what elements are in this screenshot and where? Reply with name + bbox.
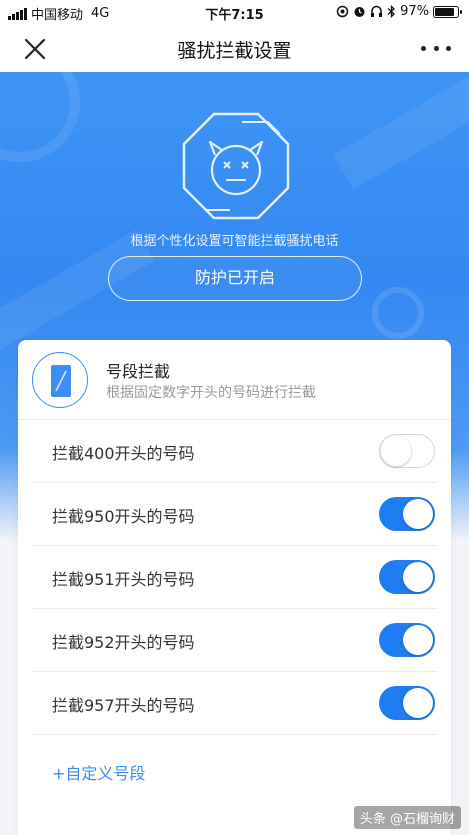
decor-ring	[372, 287, 424, 339]
rule-label: 拦截951开头的号码	[52, 570, 195, 589]
battery-fill	[435, 7, 455, 16]
segment-subtitle: 根据固定数字开头的号码进行拦截	[106, 385, 316, 401]
bluetooth-icon	[387, 5, 396, 18]
segment-block-card: 号段拦截 根据固定数字开头的号码进行拦截 拦截400开头的号码 拦截950开头的…	[18, 340, 451, 835]
segment-header: 号段拦截 根据固定数字开头的号码进行拦截	[18, 340, 451, 420]
nav-bar: 骚扰拦截设置	[0, 24, 469, 72]
rule-label: 拦截952开头的号码	[52, 633, 195, 652]
protection-status-button[interactable]: 防护已开启	[108, 256, 362, 301]
toggle-knob	[403, 562, 433, 592]
status-bar: 中国移动 4G 下午7:15 97%	[0, 0, 469, 24]
rule-label: 拦截400开头的号码	[52, 444, 195, 463]
battery-icon	[433, 5, 462, 18]
rule-row: 拦截400开头的号码	[32, 420, 437, 483]
rule-row: 拦截952开头的号码	[32, 609, 437, 672]
rule-row: 拦截951开头的号码	[32, 546, 437, 609]
shield-devil-icon	[182, 112, 290, 220]
rule-label: 拦截950开头的号码	[52, 507, 195, 526]
rule-row: 拦截957开头的号码	[32, 672, 437, 735]
status-right: 97%	[336, 4, 462, 19]
segment-title: 号段拦截	[106, 362, 171, 381]
phone-icon	[32, 352, 88, 408]
location-icon	[336, 5, 349, 18]
rule-toggle[interactable]	[379, 497, 435, 531]
add-custom-segment-link[interactable]: +自定义号段	[52, 760, 145, 784]
decor-stripe	[333, 72, 469, 190]
decor-ring	[0, 72, 80, 162]
rule-label: 拦截957开头的号码	[52, 696, 195, 715]
rule-toggle[interactable]	[379, 686, 435, 720]
toggle-knob	[403, 688, 433, 718]
headphones-icon	[371, 5, 383, 17]
watermark: 头条 @石榴询财	[353, 806, 461, 829]
toggle-knob	[403, 625, 433, 655]
hero-description: 根据个性化设置可智能拦截骚扰电话	[130, 234, 339, 249]
toggle-knob	[381, 435, 411, 466]
battery-percent: 97%	[400, 4, 429, 19]
toggle-knob	[403, 499, 433, 529]
rule-toggle[interactable]	[379, 560, 435, 594]
page-title: 骚扰拦截设置	[177, 40, 292, 62]
more-icon[interactable]	[421, 38, 451, 58]
rule-toggle[interactable]	[379, 623, 435, 657]
alarm-icon	[354, 7, 365, 17]
rule-row: 拦截950开头的号码	[32, 483, 437, 546]
rule-toggle[interactable]	[379, 434, 435, 468]
